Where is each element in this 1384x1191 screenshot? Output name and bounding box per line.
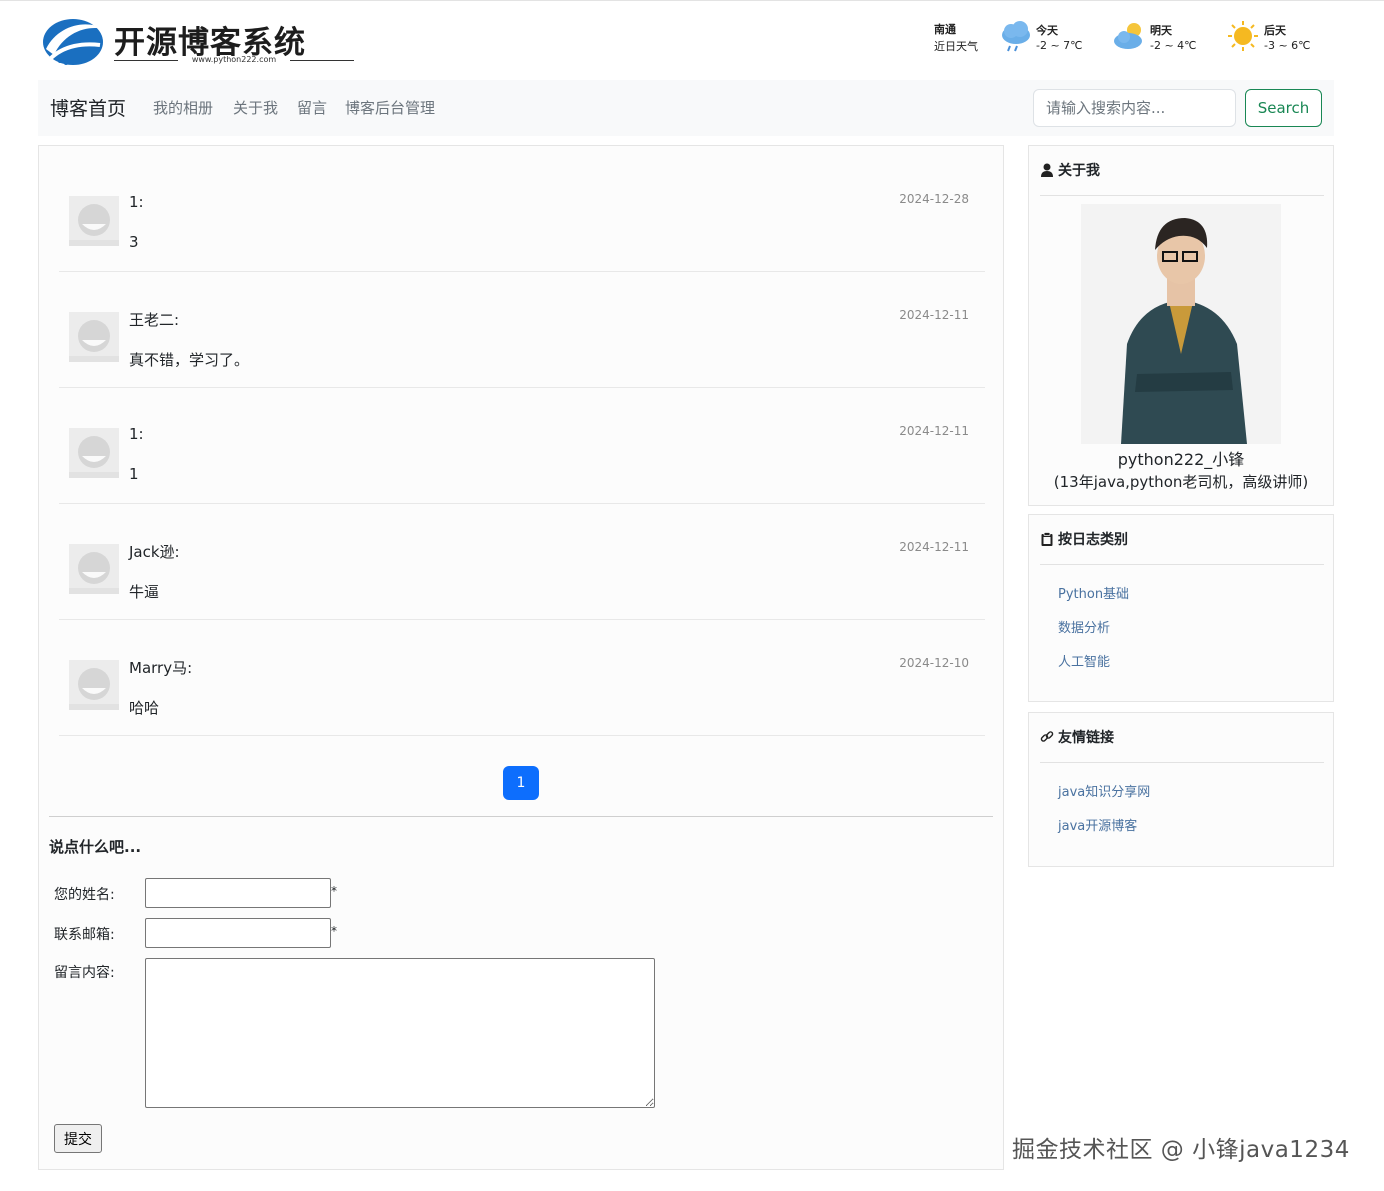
weather-city: 南通 <box>934 23 956 36</box>
friend-links-panel: 友情链接 java知识分享网 java开源博客 <box>1028 712 1334 867</box>
comment-author: Marry马: <box>129 659 193 677</box>
email-field[interactable] <box>145 918 331 948</box>
search-button[interactable]: Search <box>1245 89 1322 127</box>
weather-location: 南通 近日天气 <box>934 21 978 55</box>
categories-title: 按日志类别 <box>1058 532 1128 548</box>
categories-panel-header: 按日志类别 <box>1040 529 1324 565</box>
message-textarea[interactable] <box>145 958 655 1108</box>
avatar-icon <box>69 196 119 246</box>
weather-day-name: 后天 <box>1264 24 1286 37</box>
nav-link-message[interactable]: 留言 <box>297 97 327 118</box>
friend-link[interactable]: java知识分享网 <box>1058 781 1150 800</box>
comment-author: 王老二: <box>129 311 180 329</box>
weather-day-temp: -2 ~ 4℃ <box>1150 39 1197 52</box>
sun-icon <box>1228 21 1258 51</box>
nav-link-admin[interactable]: 博客后台管理 <box>345 97 435 118</box>
profile-photo <box>1081 204 1281 444</box>
friend-link[interactable]: java开源博客 <box>1058 815 1137 834</box>
comment-item: 1: 1 2024-12-11 <box>59 388 985 504</box>
submit-button[interactable]: 提交 <box>54 1124 102 1153</box>
friend-links-title: 友情链接 <box>1058 730 1114 746</box>
user-icon <box>1041 163 1053 177</box>
category-link[interactable]: 人工智能 <box>1058 651 1110 670</box>
comment-text: 牛逼 <box>129 583 160 601</box>
avatar-icon <box>69 660 119 710</box>
comment-text: 1 <box>129 465 139 483</box>
comment-item: 王老二: 真不错，学习了。 2024-12-11 <box>59 272 985 388</box>
weather-caption: 近日天气 <box>934 40 978 53</box>
partly-cloudy-icon <box>1114 23 1142 49</box>
about-panel: 关于我 python222_小锋 (13年java,python老司机，高级讲师… <box>1028 145 1334 506</box>
comment-item: Marry马: 哈哈 2024-12-10 <box>59 620 985 736</box>
weather-day-temp: -3 ~ 6℃ <box>1264 39 1311 52</box>
form-divider <box>49 816 993 817</box>
logo-url: www.python222.com <box>114 55 354 64</box>
nav-link-about[interactable]: 关于我 <box>233 97 278 118</box>
nav-brand[interactable]: 博客首页 <box>50 94 126 121</box>
weather-day-name: 明天 <box>1150 24 1172 37</box>
avatar-icon <box>69 428 119 478</box>
profile-description: (13年java,python老司机，高级讲师) <box>1053 473 1309 491</box>
name-required-mark: * <box>331 884 337 898</box>
comment-author: 1: <box>129 193 144 211</box>
weather-day-after: 后天 -3 ~ 6℃ <box>1226 19 1326 63</box>
email-required-mark: * <box>331 924 337 938</box>
site-logo[interactable]: 开源博客系统 www.python222.com <box>40 13 360 69</box>
comment-text: 真不错，学习了。 <box>129 351 250 369</box>
about-panel-header: 关于我 <box>1040 160 1324 196</box>
category-link[interactable]: Python基础 <box>1058 583 1129 602</box>
comment-text: 哈哈 <box>129 699 160 717</box>
comment-item: 1: 3 2024-12-28 <box>59 156 985 272</box>
comment-date: 2024-12-11 <box>899 540 969 554</box>
name-field[interactable] <box>145 878 331 908</box>
categories-panel: 按日志类别 Python基础 数据分析 人工智能 <box>1028 514 1334 702</box>
category-link[interactable]: 数据分析 <box>1058 617 1110 636</box>
about-title: 关于我 <box>1058 163 1100 179</box>
link-icon <box>1040 731 1054 742</box>
avatar-icon <box>69 312 119 362</box>
comment-date: 2024-12-10 <box>899 656 969 670</box>
search-input[interactable] <box>1033 89 1236 127</box>
form-title: 说点什么吧... <box>49 838 142 856</box>
comment-text: 3 <box>129 233 139 251</box>
site-header: 开源博客系统 www.python222.com 南通 近日天气 今天 -2 ~… <box>0 0 1384 78</box>
comment-item: Jack逊: 牛逼 2024-12-11 <box>59 504 985 620</box>
weather-day-name: 今天 <box>1036 24 1058 37</box>
weather-tomorrow: 明天 -2 ~ 4℃ <box>1112 19 1212 63</box>
content-label: 留言内容: <box>54 965 115 981</box>
watermark: 掘金技术社区 @ 小锋java1234 <box>1012 1137 1350 1163</box>
navbar: 博客首页 我的相册 关于我 留言 博客后台管理 Search <box>38 80 1334 136</box>
pagination-page-1[interactable]: 1 <box>503 766 539 800</box>
comment-author: 1: <box>129 425 144 443</box>
email-label: 联系邮箱: <box>54 927 115 943</box>
comment-author: Jack逊: <box>129 543 180 561</box>
message-board: 1: 3 2024-12-28 王老二: 真不错，学习了。 2024-12-11… <box>38 145 1004 1170</box>
profile-name: python222_小锋 <box>1117 450 1245 469</box>
weather-day-temp: -2 ~ 7℃ <box>1036 39 1083 52</box>
nav-link-album[interactable]: 我的相册 <box>153 97 213 118</box>
friend-links-panel-header: 友情链接 <box>1040 727 1324 763</box>
weather-today: 今天 -2 ~ 7℃ <box>998 19 1098 63</box>
logo-mark-icon <box>43 19 104 65</box>
cloud-rain-icon <box>1002 21 1030 52</box>
name-label: 您的姓名: <box>54 887 115 903</box>
clipboard-icon <box>1041 532 1053 546</box>
comment-date: 2024-12-11 <box>899 424 969 438</box>
avatar-icon <box>69 544 119 594</box>
comment-date: 2024-12-28 <box>899 192 969 206</box>
comment-date: 2024-12-11 <box>899 308 969 322</box>
